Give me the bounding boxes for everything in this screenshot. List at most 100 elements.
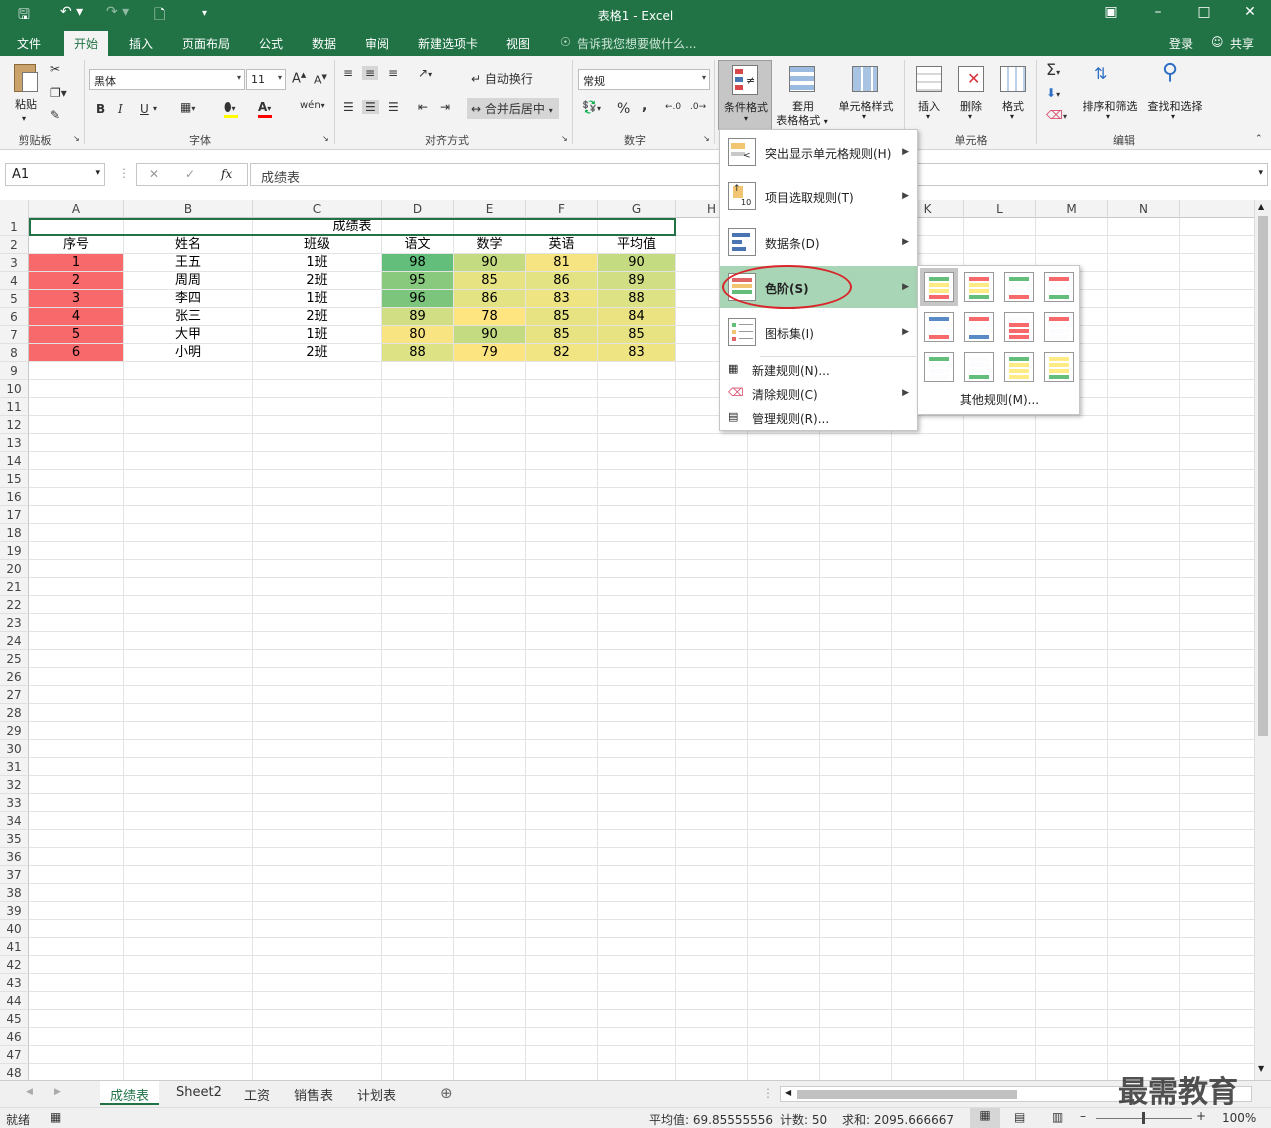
color-scale-option[interactable] <box>1044 352 1074 382</box>
tab-formulas[interactable]: 公式 <box>259 35 283 52</box>
decrease-indent-icon[interactable]: ⇤ <box>418 100 428 114</box>
data-cell[interactable]: 85 <box>454 272 525 289</box>
insert-dropdown-icon[interactable]: ▾ <box>926 112 930 121</box>
row-header-8[interactable]: 8 <box>0 344 29 362</box>
cancel-entry-icon[interactable]: ✕ <box>149 167 159 181</box>
expand-formula-icon[interactable]: ▾ <box>1258 168 1263 178</box>
row-header-14[interactable]: 14 <box>0 452 29 470</box>
scroll-up-icon[interactable]: ▲ <box>1258 202 1264 211</box>
menu-icon-sets[interactable]: 图标集(I) ▶ <box>720 310 917 354</box>
index-cell[interactable]: 3 <box>29 290 123 307</box>
insert-cells-icon[interactable] <box>916 66 942 92</box>
zoom-in-icon[interactable]: + <box>1196 1109 1206 1123</box>
clear-icon[interactable]: ⌫▾ <box>1046 108 1067 122</box>
color-scale-option[interactable] <box>924 272 954 302</box>
bold-button[interactable]: B <box>96 102 105 116</box>
menu-data-bars[interactable]: 数据条(D) ▶ <box>720 220 917 264</box>
font-name-combo[interactable]: 黑体 ▾ <box>89 69 245 90</box>
row-header-35[interactable]: 35 <box>0 830 29 848</box>
column-header-n[interactable]: N <box>1108 200 1180 218</box>
clipboard-launcher-icon[interactable]: ↘ <box>73 134 80 143</box>
decrease-decimal-icon[interactable]: .0→ <box>690 102 706 112</box>
ribbon-display-icon[interactable]: ▣ <box>1097 4 1125 20</box>
data-cell[interactable]: 98 <box>382 254 453 271</box>
column-header-b[interactable]: B <box>124 200 253 218</box>
row-header-18[interactable]: 18 <box>0 524 29 542</box>
column-header-a[interactable]: A <box>29 200 124 218</box>
tab-home[interactable]: 开始 <box>64 31 109 56</box>
fill-color-icon[interactable]: ⬮ ▾ <box>224 100 238 118</box>
data-cell[interactable]: 90 <box>598 254 675 271</box>
column-header-f[interactable]: F <box>526 200 598 218</box>
data-cell[interactable]: 李四 <box>124 290 252 307</box>
alignment-launcher-icon[interactable]: ↘ <box>561 134 568 143</box>
find-select-icon[interactable]: ⚲ <box>1162 60 1178 85</box>
fill-icon[interactable]: ⬇▾ <box>1046 86 1060 100</box>
wrap-text-button[interactable]: ↵ 自动换行 <box>471 70 533 87</box>
number-launcher-icon[interactable]: ↘ <box>703 134 710 143</box>
row-header-30[interactable]: 30 <box>0 740 29 758</box>
minimize-button[interactable]: – <box>1144 4 1172 20</box>
data-cell[interactable]: 1班 <box>253 254 381 271</box>
comma-button[interactable]: , <box>642 98 647 114</box>
tell-me-box[interactable]: 告诉我您想要做什么... <box>577 35 696 52</box>
data-cell[interactable]: 79 <box>454 344 525 361</box>
data-cell[interactable]: 82 <box>526 344 597 361</box>
row-header-12[interactable]: 12 <box>0 416 29 434</box>
confirm-entry-icon[interactable]: ✓ <box>185 167 195 181</box>
data-cell[interactable]: 89 <box>382 308 453 325</box>
tab-view[interactable]: 视图 <box>506 35 530 52</box>
data-cell[interactable]: 78 <box>454 308 525 325</box>
tab-file[interactable]: 文件 <box>17 35 41 52</box>
cut-icon[interactable]: ✂ <box>50 62 60 76</box>
align-right-icon[interactable]: ☰ <box>388 100 399 114</box>
index-cell[interactable]: 1 <box>29 254 123 271</box>
data-cell[interactable]: 86 <box>454 290 525 307</box>
color-scale-option[interactable] <box>964 352 994 382</box>
row-header-22[interactable]: 22 <box>0 596 29 614</box>
header-cell[interactable]: 姓名 <box>124 236 252 253</box>
data-cell[interactable]: 1班 <box>253 290 381 307</box>
status-sum[interactable]: 求和: 2095.666667 <box>842 1111 954 1128</box>
row-header-34[interactable]: 34 <box>0 812 29 830</box>
data-cell[interactable]: 2班 <box>253 272 381 289</box>
row-header-46[interactable]: 46 <box>0 1028 29 1046</box>
color-scale-option[interactable] <box>964 272 994 302</box>
name-box-dropdown-icon[interactable]: ▾ <box>95 168 100 178</box>
sort-filter-icon[interactable]: ⇅ <box>1094 64 1107 83</box>
color-scale-option[interactable] <box>924 312 954 342</box>
shrink-font-button[interactable]: A▼ <box>314 73 327 87</box>
row-header-24[interactable]: 24 <box>0 632 29 650</box>
header-cell[interactable]: 平均值 <box>598 236 675 253</box>
column-header-e[interactable]: E <box>454 200 526 218</box>
sheet-tab-sales[interactable]: 销售表 <box>284 1081 343 1105</box>
row-header-6[interactable]: 6 <box>0 308 29 326</box>
row-header-25[interactable]: 25 <box>0 650 29 668</box>
find-dropdown-icon[interactable]: ▾ <box>1171 112 1175 121</box>
maximize-button[interactable]: □ <box>1190 4 1218 20</box>
italic-button[interactable]: I <box>118 102 123 116</box>
share-button[interactable]: 共享 <box>1230 35 1254 52</box>
index-cell[interactable]: 6 <box>29 344 123 361</box>
next-sheet-icon[interactable]: ▶ <box>54 1087 61 1097</box>
row-header-3[interactable]: 3 <box>0 254 29 272</box>
row-header-29[interactable]: 29 <box>0 722 29 740</box>
data-cell[interactable]: 83 <box>526 290 597 307</box>
menu-new-rule[interactable]: ▦ 新建规则(N)... <box>720 358 917 382</box>
autosum-icon[interactable]: Σ▾ <box>1046 60 1060 79</box>
sheet-tab-scores[interactable]: 成绩表 <box>100 1081 160 1105</box>
header-cell[interactable]: 序号 <box>29 236 123 253</box>
color-scale-option[interactable] <box>1004 352 1034 382</box>
data-cell[interactable]: 90 <box>454 326 525 343</box>
align-center-icon[interactable]: ☰ <box>362 100 379 114</box>
align-top-icon[interactable]: ≡ <box>343 66 353 80</box>
paste-icon[interactable] <box>10 62 42 96</box>
row-header-15[interactable]: 15 <box>0 470 29 488</box>
font-launcher-icon[interactable]: ↘ <box>322 134 329 143</box>
percent-button[interactable]: % <box>617 101 630 117</box>
row-header-31[interactable]: 31 <box>0 758 29 776</box>
copy-icon[interactable]: ❐▾ <box>50 86 67 100</box>
color-scale-option[interactable] <box>964 312 994 342</box>
normal-view-icon[interactable]: ▦ <box>970 1108 1000 1128</box>
sheet-tab-plan[interactable]: 计划表 <box>347 1081 406 1105</box>
